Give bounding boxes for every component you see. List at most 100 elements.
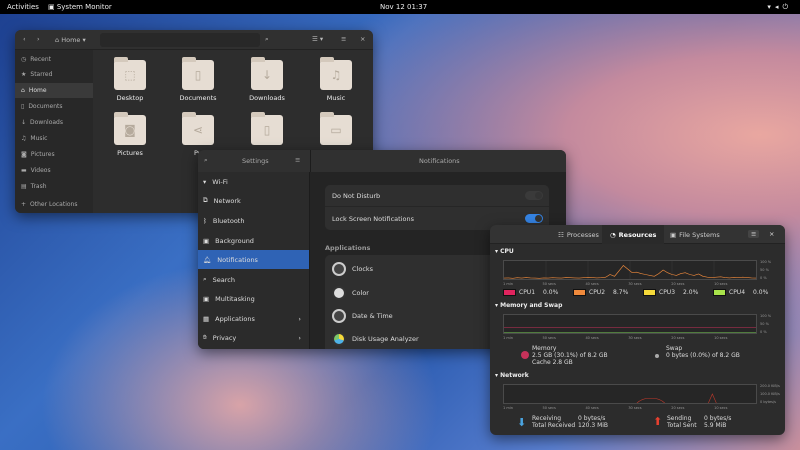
close-icon[interactable]: × <box>769 230 774 238</box>
clock-icon <box>332 308 346 323</box>
wifi-icon: ▾ <box>767 2 775 11</box>
core-name: CPU2 <box>589 289 606 296</box>
folder-label: Pictures <box>117 149 143 157</box>
sidebar-item-starred[interactable]: ★ Starred <box>15 67 93 82</box>
memory-section-header[interactable]: ▾ Memory and Swap <box>495 302 562 309</box>
folder-music[interactable]: ♫ Music <box>316 57 356 102</box>
menu-button[interactable]: ≡ <box>748 230 760 238</box>
core-value: 0.0% <box>753 289 769 296</box>
lock-screen-notifications-toggle[interactable] <box>525 214 543 223</box>
system-menu[interactable]: ▾◂⏻ <box>767 3 792 12</box>
network-graph <box>503 384 757 404</box>
top-bar: Activities ▣ System Monitor Nov 12 01:37… <box>0 0 800 14</box>
menu-button[interactable]: ≡ <box>295 156 300 164</box>
folder-videos[interactable]: ▭ <box>316 112 356 149</box>
color-swatch[interactable] <box>573 289 586 296</box>
sidebar-item-downloads[interactable]: ↓ Downloads <box>15 115 93 130</box>
home-icon: ⌂ <box>55 36 60 44</box>
files-headerbar: ‹ › ⌂ Home ▾ ⌕ ☰ ▾ ≡ × <box>15 30 373 50</box>
chevron-right-icon: › <box>298 314 301 323</box>
do-not-disturb-row[interactable]: Do Not Disturb <box>325 185 549 207</box>
clock-icon: ◷ <box>21 56 27 63</box>
tab-file-systems[interactable]: ▣ File Systems <box>662 225 728 244</box>
chevron-right-icon: › <box>298 333 301 342</box>
receiving-rate: 0 bytes/s <box>578 415 606 422</box>
tab-resources[interactable]: ◔ Resources <box>602 225 665 244</box>
color-swatch[interactable] <box>643 289 656 296</box>
sidebar-item-network[interactable]: ⧉ Network <box>198 191 309 210</box>
swap-value: 0 bytes (0.0%) of 8.2 GB <box>666 352 740 359</box>
cpu-section-header[interactable]: ▾ CPU <box>495 248 514 255</box>
app-menu[interactable]: ▣ System Monitor <box>48 3 112 11</box>
desktop-icon: ⬚ <box>114 57 146 90</box>
camera-icon: ◙ <box>114 112 146 145</box>
label: Total Sent <box>667 422 697 429</box>
network-section-header[interactable]: ▾ Network <box>495 372 529 379</box>
time-tick: 10 secs <box>714 282 728 286</box>
sidebar-item-videos[interactable]: ▬ Videos <box>15 163 93 178</box>
network-y-axis: 200.0 KiB/s 100.0 KiB/s 0 bytes/s <box>760 382 780 406</box>
folder-desktop[interactable]: ⬚ Desktop <box>110 57 150 102</box>
folder-templates[interactable]: ▯ <box>247 112 287 149</box>
cpu-legend-cpu1[interactable]: CPU1 0.0% <box>503 289 558 296</box>
cpu-legend-cpu3[interactable]: CPU3 2.0% <box>643 289 698 296</box>
folder-documents[interactable]: ▯ Documents <box>178 57 218 102</box>
sidebar-item-search[interactable]: ⌕ Search <box>198 270 309 289</box>
sidebar-item-music[interactable]: ♫ Music <box>15 131 93 146</box>
memory-title: Memory <box>532 345 557 352</box>
sidebar-item-home[interactable]: ⌂ Home <box>15 83 93 98</box>
sidebar-item-applications[interactable]: ▦ Applications › <box>198 309 309 328</box>
forward-button[interactable]: › <box>37 35 40 43</box>
activities-button[interactable]: Activities <box>7 3 39 11</box>
color-swatch[interactable] <box>503 289 516 296</box>
path-bar[interactable]: ⌂ Home ▾ <box>55 36 86 44</box>
download-icon: ↓ <box>251 57 283 90</box>
folder-downloads[interactable]: ↓ Downloads <box>247 57 287 102</box>
memory-graph <box>503 314 757 334</box>
time-tick: 30 secs <box>628 406 642 410</box>
sidebar-item-privacy[interactable]: ✋︎ Privacy › <box>198 328 309 347</box>
do-not-disturb-toggle[interactable] <box>525 191 543 200</box>
document-icon: ▯ <box>182 57 214 90</box>
sidebar-item-documents[interactable]: ▯ Documents <box>15 99 93 114</box>
receiving-arrow-icon: ⬇ <box>517 416 527 429</box>
path-field[interactable] <box>100 33 260 47</box>
sidebar-item-other-locations[interactable]: + Other Locations <box>15 197 93 212</box>
memory-pie-icon <box>521 351 529 359</box>
label: Wi-Fi <box>212 177 228 186</box>
gauge-icon: ◔ <box>610 230 616 239</box>
label: Documents <box>28 103 63 110</box>
document-icon: ▯ <box>21 103 25 110</box>
sidebar-item-bluetooth[interactable]: ᛒ Bluetooth <box>198 211 309 230</box>
settings-sidebar: ▾ Wi-Fi ⧉ Network ᛒ Bluetooth ▣ Background 🔔… <box>198 172 310 349</box>
sidebar-item-wifi[interactable]: ▾ Wi-Fi <box>198 172 309 191</box>
folder-pictures[interactable]: ◙ Pictures <box>110 112 150 157</box>
time-tick: 1 min <box>503 282 513 286</box>
sidebar-item-multitasking[interactable]: ▣ Multitasking <box>198 289 309 308</box>
color-swatch[interactable] <box>713 289 726 296</box>
sidebar-item-background[interactable]: ▣ Background <box>198 231 309 250</box>
sidebar-item-recent[interactable]: ◷ Recent <box>15 52 93 67</box>
y-tick: 100 % <box>760 314 772 318</box>
search-icon[interactable]: ⌕ <box>265 35 269 44</box>
close-icon[interactable]: × <box>360 35 365 43</box>
core-value: 2.0% <box>683 289 699 296</box>
settings-title: Settings <box>242 157 269 165</box>
tab-processes[interactable]: ☷ Processes <box>550 225 607 244</box>
clock[interactable]: Nov 12 01:37 <box>380 3 427 11</box>
cpu-legend-cpu2[interactable]: CPU2 8.7% <box>573 289 628 296</box>
bluetooth-icon: ᛒ <box>203 216 207 225</box>
cpu-legend-cpu4[interactable]: CPU4 0.0% <box>713 289 768 296</box>
sending-line <box>708 393 717 403</box>
trash-icon: ▤ <box>21 183 27 190</box>
sidebar-item-notifications[interactable]: 🔔︎ Notifications <box>198 250 309 269</box>
sidebar-item-pictures[interactable]: ◙ Pictures <box>15 147 93 162</box>
search-icon[interactable]: ⌕ <box>204 156 208 165</box>
receiving-line <box>636 398 665 403</box>
sidebar-item-trash[interactable]: ▤ Trash <box>15 179 93 194</box>
view-options-button[interactable]: ☰ ▾ <box>312 35 323 43</box>
menu-button[interactable]: ≡ <box>341 35 346 43</box>
back-button[interactable]: ‹ <box>23 35 26 43</box>
label: Home <box>28 87 47 94</box>
folder-label: Documents <box>179 94 217 102</box>
